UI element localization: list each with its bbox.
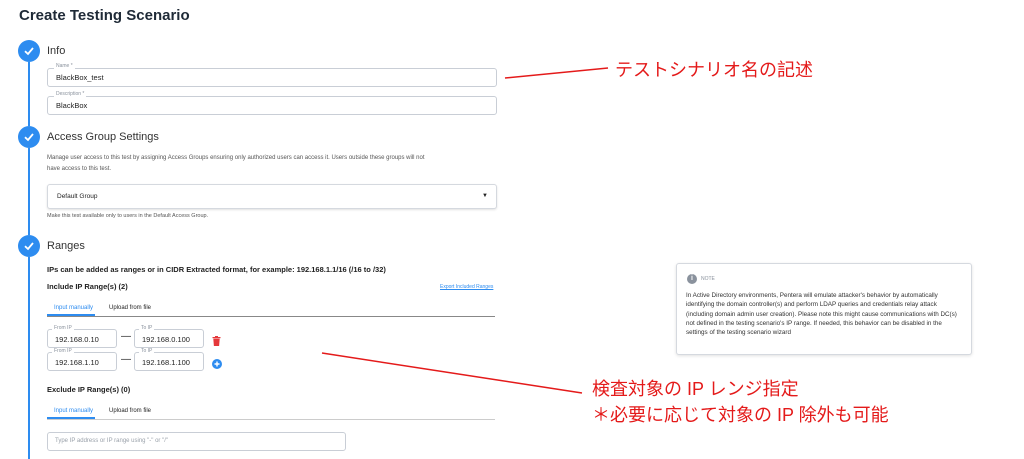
annotation-arrows	[321, 67, 609, 394]
annotation-line-ip	[321, 352, 583, 394]
annotation-name-note: テストシナリオ名の記述	[615, 60, 813, 80]
annotation-ip-note-2: ＊必要に応じて対象の IP 除外も可能	[592, 405, 889, 425]
annotation-line-name	[504, 67, 609, 79]
annotation-ip-note-1: 検査対象の IP レンジ指定	[592, 379, 799, 399]
